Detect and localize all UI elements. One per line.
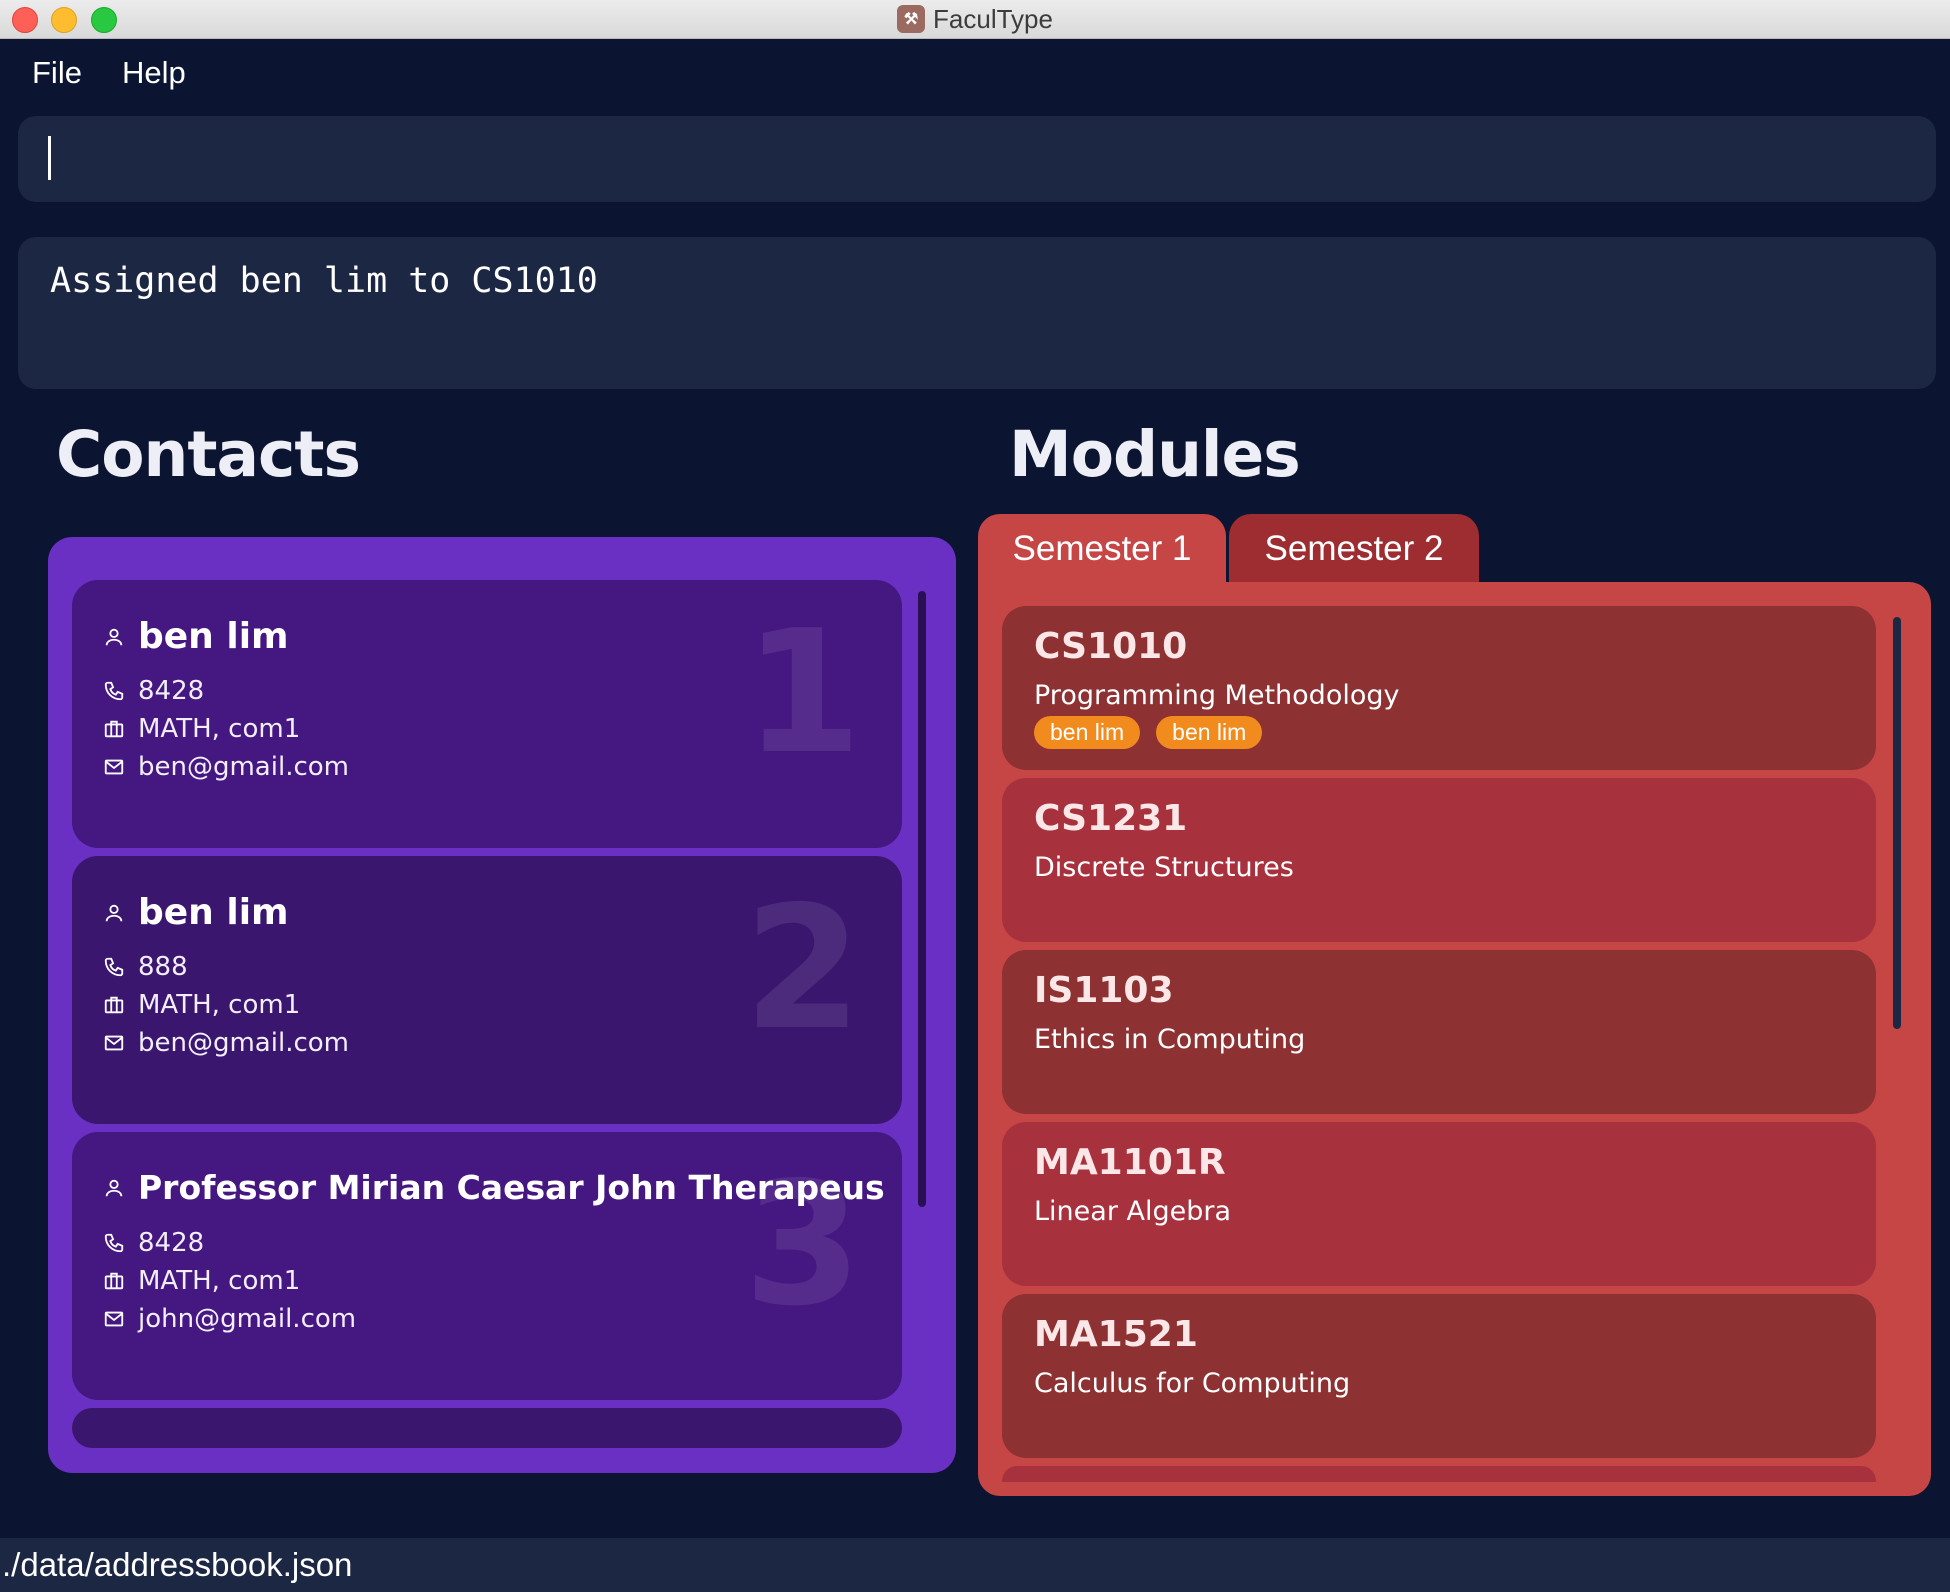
module-code: CS1231	[1034, 798, 1188, 839]
module-name: Programming Methodology	[1034, 680, 1400, 711]
phone-icon	[102, 679, 126, 703]
contact-tags: MATH, com1	[138, 714, 301, 744]
contact-card[interactable]: 1 ben lim 8428 MATH, com1 ben@gmail.com	[72, 580, 902, 848]
module-code: MA1101R	[1034, 1142, 1226, 1183]
app-icon: ⚒	[897, 5, 926, 33]
modules-list[interactable]: CS1010 Programming Methodology ben lim b…	[1002, 606, 1876, 1482]
phone-icon	[102, 1231, 126, 1255]
contact-card[interactable]: 3 Professor Mirian Caesar John Therapeus…	[72, 1132, 902, 1400]
module-card-partial[interactable]	[1002, 1466, 1876, 1482]
module-tag: ben lim	[1156, 716, 1263, 749]
contact-card-partial[interactable]	[72, 1408, 902, 1448]
contact-phone: 8428	[138, 676, 205, 706]
mail-icon	[102, 1031, 126, 1055]
modules-title: Modules	[1009, 418, 1301, 491]
tab-semester-1[interactable]: Semester 1	[978, 514, 1226, 584]
briefcase-icon	[102, 1269, 126, 1293]
module-card[interactable]: MA1521 Calculus for Computing	[1002, 1294, 1876, 1458]
contact-email: ben@gmail.com	[138, 752, 349, 782]
menu-help[interactable]: Help	[102, 55, 206, 91]
contacts-title: Contacts	[56, 418, 361, 491]
contact-name: ben lim	[138, 892, 289, 933]
module-card[interactable]: MA1101R Linear Algebra	[1002, 1122, 1876, 1286]
briefcase-icon	[102, 993, 126, 1017]
contact-name: ben lim	[138, 616, 289, 657]
contact-email: john@gmail.com	[138, 1304, 357, 1334]
modules-scrollbar[interactable]	[1893, 617, 1901, 1029]
text-caret	[48, 136, 51, 180]
module-name: Ethics in Computing	[1034, 1024, 1306, 1055]
person-icon	[102, 1176, 126, 1200]
briefcase-icon	[102, 717, 126, 741]
contact-index: 1	[743, 594, 862, 792]
result-display: Assigned ben lim to CS1010	[18, 237, 1936, 389]
modules-panel: CS1010 Programming Methodology ben lim b…	[978, 582, 1931, 1496]
module-card[interactable]: CS1010 Programming Methodology ben lim b…	[1002, 606, 1876, 770]
person-icon	[102, 625, 126, 649]
module-card[interactable]: CS1231 Discrete Structures	[1002, 778, 1876, 942]
module-card[interactable]: IS1103 Ethics in Computing	[1002, 950, 1876, 1114]
window-titlebar: ⚒ FaculType	[0, 0, 1950, 39]
contact-phone: 8428	[138, 1228, 205, 1258]
module-tag: ben lim	[1034, 716, 1141, 749]
module-code: CS1010	[1034, 626, 1188, 667]
contacts-list[interactable]: 1 ben lim 8428 MATH, com1 ben@gmail.com …	[72, 580, 902, 1473]
module-name: Discrete Structures	[1034, 852, 1294, 883]
command-input[interactable]	[18, 116, 1936, 202]
menu-file[interactable]: File	[0, 55, 102, 91]
module-code: IS1103	[1034, 970, 1174, 1011]
phone-icon	[102, 955, 126, 979]
contacts-panel: 1 ben lim 8428 MATH, com1 ben@gmail.com …	[48, 537, 956, 1473]
window-title-text: FaculType	[933, 3, 1053, 34]
contact-tags: MATH, com1	[138, 990, 301, 1020]
contacts-scrollbar[interactable]	[918, 591, 926, 1207]
mail-icon	[102, 1307, 126, 1331]
contact-card[interactable]: 2 ben lim 888 MATH, com1 ben@gmail.com	[72, 856, 902, 1124]
contact-phone: 888	[138, 952, 188, 982]
module-tags: ben lim ben lim	[1034, 716, 1263, 749]
menu-bar: File Help	[0, 40, 206, 106]
person-icon	[102, 901, 126, 925]
mail-icon	[102, 755, 126, 779]
window-title: ⚒ FaculType	[0, 0, 1950, 38]
contact-index: 2	[743, 870, 862, 1068]
contact-name: Professor Mirian Caesar John Therapeus	[138, 1168, 885, 1207]
result-message: Assigned ben lim to CS1010	[50, 261, 598, 301]
storage-path: ./data/addressbook.json	[2, 1546, 353, 1583]
contact-tags: MATH, com1	[138, 1266, 301, 1296]
module-name: Linear Algebra	[1034, 1196, 1232, 1227]
tab-semester-2[interactable]: Semester 2	[1229, 514, 1479, 584]
contact-email: ben@gmail.com	[138, 1028, 349, 1058]
module-code: MA1521	[1034, 1314, 1198, 1355]
module-name: Calculus for Computing	[1034, 1368, 1351, 1399]
status-bar: ./data/addressbook.json	[0, 1538, 1950, 1592]
